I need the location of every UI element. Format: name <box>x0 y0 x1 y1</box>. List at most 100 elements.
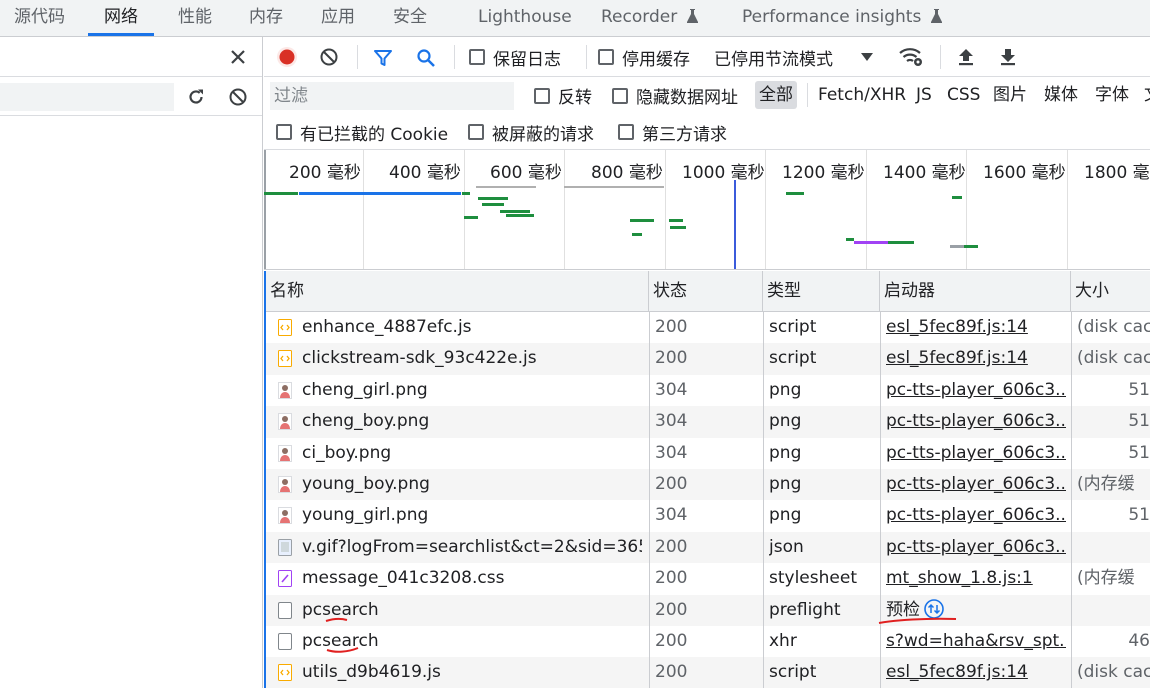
table-row[interactable]: v.gif?logFrom=searchlist&ct=2&sid=365...… <box>266 531 1150 564</box>
table-row[interactable]: message_041c3208.css 200 stylesheet mt_show… <box>266 563 1150 594</box>
search-icon[interactable] <box>415 47 437 69</box>
toolbar-divider <box>807 83 808 107</box>
blocked-requests-checkbox[interactable]: 被屏蔽的请求 <box>468 114 594 150</box>
image-file-icon <box>278 381 292 399</box>
left-pane-header <box>0 37 262 77</box>
type-filter-css[interactable]: CSS <box>947 77 980 114</box>
toolbar-divider <box>940 45 941 69</box>
clear-icon[interactable] <box>227 86 249 108</box>
clear-log-icon[interactable] <box>319 47 339 67</box>
request-initiator-link[interactable]: mt_show_1.8.js:1 <box>886 563 1066 594</box>
table-row[interactable]: young_girl.png 304 png pc-tts-player_606c3.… <box>266 500 1150 531</box>
request-initiator-link[interactable]: s?wd=haha&rsv_spt... <box>886 626 1066 657</box>
column-header-initiator[interactable]: 启动器 <box>880 271 1071 312</box>
hide-data-urls-checkbox[interactable]: 隐藏数据网址 <box>612 77 738 114</box>
overview-tick-label: 1400 毫秒 <box>883 163 966 183</box>
type-filter-font[interactable]: 字体 <box>1095 77 1129 114</box>
table-row[interactable]: utils_d9b4619.js 200 script esl_5fec89f.js:… <box>266 657 1150 688</box>
overview-request-bar <box>500 210 530 213</box>
record-icon[interactable] <box>276 46 298 68</box>
hide-data-urls-label: 隐藏数据网址 <box>636 88 738 108</box>
network-overview-timeline[interactable]: 200 毫秒 400 毫秒 600 毫秒 800 毫秒 1000 毫秒 1200… <box>264 150 1150 270</box>
upload-icon[interactable] <box>955 46 977 68</box>
blocked-cookies-checkbox[interactable]: 有已拦截的 Cookie <box>276 114 448 150</box>
request-initiator-link[interactable]: pc-tts-player_606c3... <box>886 469 1066 500</box>
doc-file-icon <box>278 633 292 650</box>
overview-request-bar <box>476 186 536 188</box>
css-file-icon <box>278 570 292 588</box>
request-initiator-link[interactable]: pc-tts-player_606c3... <box>886 375 1066 406</box>
left-pane-search-input[interactable] <box>0 83 174 111</box>
overview-grid-line <box>1067 150 1068 269</box>
third-party-checkbox[interactable]: 第三方请求 <box>618 114 727 150</box>
request-name: cheng_girl.png <box>302 379 428 400</box>
type-filter-all[interactable]: 全部 <box>755 81 797 109</box>
type-filter-media[interactable]: 媒体 <box>1044 77 1078 114</box>
table-row[interactable]: pcsearch 200 preflight 预检 <box>266 594 1150 626</box>
tab-performance-insights[interactable]: Performance insights <box>742 0 942 36</box>
tab-security[interactable]: 安全 <box>393 0 427 36</box>
column-header-type[interactable]: 类型 <box>763 271 880 312</box>
checkbox-box <box>618 124 634 140</box>
column-header-status[interactable]: 状态 <box>649 271 763 312</box>
request-initiator-link[interactable]: esl_5fec89f.js:14 <box>886 657 1066 688</box>
type-filter-fetch-xhr[interactable]: Fetch/XHR <box>818 77 906 114</box>
tab-application[interactable]: 应用 <box>321 0 355 36</box>
filter-input[interactable]: 过滤 <box>270 82 514 110</box>
table-row[interactable]: pcsearch 200 xhr s?wd=haha&rsv_spt... 46 <box>266 626 1150 657</box>
request-type: png <box>769 411 802 432</box>
disable-cache-checkbox[interactable]: 停用缓存 <box>598 37 690 77</box>
request-initiator-link[interactable]: esl_5fec89f.js:14 <box>886 343 1066 374</box>
network-toolbar: 保留日志 停用缓存 已停用节流模式 <box>264 37 1150 77</box>
request-type: json <box>769 536 804 557</box>
filter-bar: 过滤 反转 隐藏数据网址 全部 Fetch/XHR JS CSS 图片 媒体 字… <box>264 77 1150 114</box>
table-row[interactable]: clickstream-sdk_93c422e.js 200 script esl_5… <box>266 343 1150 375</box>
overview-request-bar <box>952 196 962 199</box>
filter-icon[interactable] <box>372 47 394 69</box>
table-row[interactable]: ci_boy.png 304 png pc-tts-player_606c3... 51 <box>266 438 1150 469</box>
tab-lighthouse[interactable]: Lighthouse <box>478 0 572 36</box>
type-filter-js[interactable]: JS <box>916 77 932 114</box>
tab-performance[interactable]: 性能 <box>178 0 212 36</box>
table-row[interactable]: enhance_4887efc.js 200 script esl_5fec89f.j… <box>266 312 1150 343</box>
network-conditions-icon[interactable] <box>898 45 924 69</box>
request-type: png <box>769 442 802 463</box>
request-initiator-link[interactable]: pc-tts-player_606c3... <box>886 532 1066 563</box>
throttling-select[interactable]: 已停用节流模式 <box>714 37 873 77</box>
column-header-name[interactable]: 名称 <box>266 271 649 312</box>
close-icon[interactable] <box>228 47 248 67</box>
table-row[interactable]: cheng_girl.png 304 png pc-tts-player_606c3.… <box>266 375 1150 406</box>
tab-network[interactable]: 网络 <box>88 0 154 36</box>
table-row[interactable]: young_boy.png 200 png pc-tts-player_606c3..… <box>266 469 1150 501</box>
request-status: 200 <box>655 631 688 651</box>
overview-request-bar <box>950 245 964 248</box>
request-type: script <box>769 317 817 337</box>
overview-grid-line <box>966 150 967 269</box>
request-initiator-link[interactable]: pc-tts-player_606c3... <box>886 406 1066 437</box>
tab-performance-insights-label: Performance insights <box>742 7 922 27</box>
type-filter-doc[interactable]: 文 <box>1144 77 1150 114</box>
overview-request-bar <box>299 192 461 195</box>
request-initiator-link[interactable]: pc-tts-player_606c3... <box>886 438 1066 469</box>
tab-memory[interactable]: 内存 <box>249 0 283 36</box>
request-size <box>1077 532 1150 563</box>
tab-recorder[interactable]: Recorder <box>601 0 698 36</box>
overview-grid-line <box>564 150 565 269</box>
type-filter-img[interactable]: 图片 <box>993 77 1027 114</box>
reload-icon[interactable] <box>185 86 207 108</box>
tab-sources[interactable]: 源代码 <box>14 0 65 36</box>
preflight-link-icon[interactable] <box>924 598 944 619</box>
overview-request-bar <box>564 186 664 188</box>
request-size: 51 <box>1128 442 1150 463</box>
preserve-log-checkbox[interactable]: 保留日志 <box>469 37 561 77</box>
table-row[interactable]: cheng_boy.png 304 png pc-tts-player_606c3..… <box>266 406 1150 438</box>
request-checkbox-bar: 有已拦截的 Cookie 被屏蔽的请求 第三方请求 <box>264 114 1150 150</box>
disable-cache-label: 停用缓存 <box>622 49 690 70</box>
request-initiator-link[interactable]: pc-tts-player_606c3... <box>886 500 1066 531</box>
download-icon[interactable] <box>997 46 1019 68</box>
overview-request-bar <box>632 233 642 236</box>
request-initiator-link[interactable]: esl_5fec89f.js:14 <box>886 312 1066 343</box>
overview-tick-label: 1800 毫秒 <box>1084 163 1150 183</box>
invert-checkbox[interactable]: 反转 <box>534 77 592 114</box>
column-header-size[interactable]: 大小 <box>1071 271 1150 312</box>
